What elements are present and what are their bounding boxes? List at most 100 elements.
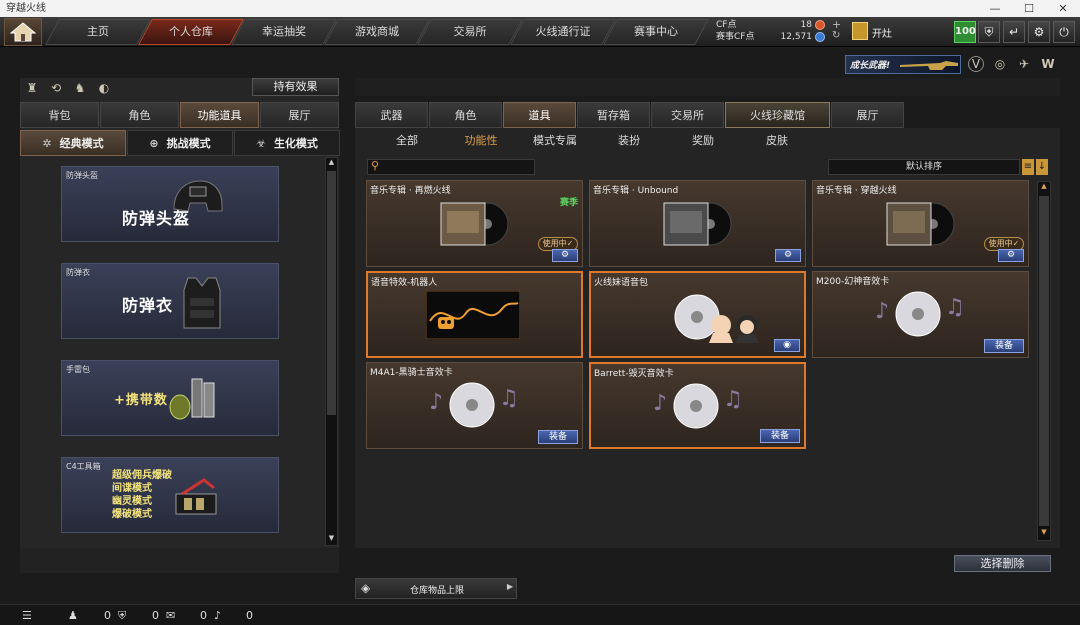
settings-gear-button[interactable]: ⚙	[998, 249, 1024, 262]
vest-icon	[183, 277, 221, 329]
currency-values: 18 12,571	[774, 19, 813, 43]
item-card[interactable]: M4A1-黑骑士音效卡 ♪ ♫ 装备	[366, 362, 583, 449]
item-name: M200-幻神音效卡	[816, 277, 890, 287]
right-tab-weapons[interactable]: 武器	[355, 102, 428, 128]
item-name: 音乐专辑 · Unbound	[593, 186, 679, 196]
sort-dropdown[interactable]: 默认排序	[828, 159, 1020, 175]
return-icon[interactable]: ↵	[1003, 21, 1025, 43]
item-card[interactable]: M200-幻神音效卡 ♪ ♫ 装备	[812, 271, 1029, 358]
level-badge[interactable]: 100	[954, 21, 976, 43]
settings-gear-button[interactable]: ⚙	[775, 249, 801, 262]
scroll-down-icon[interactable]: ▼	[1038, 528, 1050, 540]
right-tab-storage[interactable]: 暂存箱	[577, 102, 650, 128]
mode-tab-classic[interactable]: ✲ 经典模式	[20, 130, 126, 156]
left-scroll-thumb[interactable]	[327, 171, 336, 415]
subtab-decor[interactable]: 装扮	[592, 132, 666, 148]
left-tab-showroom[interactable]: 展厅	[260, 102, 339, 128]
chevron-right-icon: ▶	[506, 582, 513, 591]
shield-icon[interactable]: ⛨	[978, 21, 1000, 43]
effects-button[interactable]: 持有效果	[252, 78, 339, 96]
equip-button[interactable]: 装备	[984, 339, 1024, 353]
right-tab-items[interactable]: 道具	[503, 102, 576, 128]
sort-list-icon[interactable]: ≡	[1022, 159, 1034, 175]
gear-icon[interactable]: ⚙	[1028, 21, 1050, 43]
card-grenade-pack[interactable]: 手雷包 +携带数	[61, 360, 279, 436]
rotate-icon[interactable]: ⟲	[48, 80, 64, 96]
subtab-skins[interactable]: 皮肤	[740, 132, 814, 148]
scroll-down-icon[interactable]: ▼	[326, 534, 337, 545]
user-name: 开灶	[872, 29, 892, 40]
item-card[interactable]: Barrett-毁灭音效卡 ♪ ♫ 装备	[589, 362, 806, 449]
item-card[interactable]: 火线妹语音包 ◉	[589, 271, 806, 358]
settings-gear-button[interactable]: ⚙	[552, 249, 578, 262]
globe-icon[interactable]: ◎	[992, 56, 1008, 72]
mode-tab-zombie[interactable]: ☣ 生化模式	[234, 130, 340, 156]
power-icon[interactable]: ⏻	[1053, 21, 1075, 43]
right-tab-exchange[interactable]: 交易所	[651, 102, 724, 128]
right-scrollbar[interactable]: ▲ ▼	[1037, 181, 1051, 541]
item-card[interactable]: 音乐专辑 · 穿越火线 使用中✓ ⚙	[812, 180, 1029, 267]
item-card[interactable]: 语音特效-机器人	[366, 271, 583, 358]
minimize-button[interactable]: —	[978, 0, 1012, 17]
badge-v-icon[interactable]: V	[968, 56, 984, 72]
mode-tab-challenge[interactable]: ⊕ 挑战模式	[127, 130, 233, 156]
home-icon	[10, 22, 36, 42]
close-button[interactable]: ✕	[1046, 0, 1080, 17]
bag-icon[interactable]: ◐	[96, 80, 112, 96]
w-logo-icon[interactable]: W	[1040, 56, 1056, 72]
item-name: 火线妹语音包	[594, 278, 649, 288]
capacity-label: 仓库物品上限	[409, 586, 464, 596]
subtab-functional[interactable]: 功能性	[444, 132, 518, 148]
left-tab-character[interactable]: 角色	[100, 102, 179, 128]
item-name: 音乐专辑 · 穿越火线	[816, 186, 897, 196]
right-scroll-thumb[interactable]	[1039, 196, 1049, 526]
rocket-icon[interactable]: ✈	[1016, 56, 1032, 72]
voice-pack-icon	[674, 294, 759, 343]
scroll-up-icon[interactable]: ▲	[1038, 182, 1050, 194]
scroll-up-icon[interactable]: ▲	[326, 158, 337, 169]
left-tab-bag[interactable]: 背包	[20, 102, 99, 128]
window-controls: — ☐ ✕	[978, 0, 1080, 17]
sort-order-icon[interactable]: ↓	[1036, 159, 1048, 175]
card-vest[interactable]: 防弹衣 防弹衣	[61, 263, 279, 339]
figure-icon[interactable]: ♞	[72, 80, 88, 96]
disc-button[interactable]: ◉	[774, 339, 800, 352]
right-tab-collection[interactable]: 火线珍藏馆	[725, 102, 830, 128]
subtab-all[interactable]: 全部	[370, 132, 444, 148]
people-icon[interactable]: ♟	[68, 609, 78, 622]
card-c4-toolbox[interactable]: C4工具箱 超级佣兵爆破 间谍模式 幽灵模式 爆破模式	[61, 457, 279, 533]
refresh-icon[interactable]: ↻	[832, 30, 840, 41]
chat-icon[interactable]: ✉	[166, 609, 175, 622]
select-delete-button[interactable]: 选择删除	[954, 555, 1051, 572]
nav-tab-exchange[interactable]: 交易所	[417, 19, 523, 45]
nav-tab-pass[interactable]: 火线通行证	[510, 19, 616, 45]
home-button[interactable]	[4, 18, 42, 46]
speaker-icon[interactable]: ♪	[214, 609, 221, 622]
item-card[interactable]: 音乐专辑 · 再燃火线 赛季 使用中✓ ⚙	[366, 180, 583, 267]
nav-tab-home[interactable]: 主页	[45, 19, 151, 45]
left-tab-function-items[interactable]: 功能道具	[180, 102, 259, 128]
nav-tab-shop[interactable]: 游戏商城	[324, 19, 430, 45]
right-tab-characters[interactable]: 角色	[429, 102, 502, 128]
subtab-mode-exclusive[interactable]: 模式专属	[518, 132, 592, 148]
equip-button[interactable]: 装备	[538, 430, 578, 444]
maximize-button[interactable]: ☐	[1012, 0, 1046, 17]
nav-tab-lottery[interactable]: 幸运抽奖	[231, 19, 337, 45]
shield-small-icon[interactable]: ⛨	[118, 609, 126, 623]
sound-card-disc-icon: ♪ ♫	[653, 383, 741, 429]
right-header-strip	[355, 78, 1060, 96]
equip-button[interactable]: 装备	[760, 429, 800, 443]
sort-label: 默认排序	[905, 162, 942, 172]
nav-tab-warehouse[interactable]: 个人仓库	[138, 19, 244, 45]
capacity-bar[interactable]: ◈ 仓库物品上限 ▶	[355, 578, 517, 599]
subtab-rewards[interactable]: 奖励	[666, 132, 740, 148]
promo-banner[interactable]: 成长武器!	[845, 55, 961, 74]
search-input[interactable]: ⚲	[367, 159, 535, 175]
card-helmet[interactable]: 防弹头盔 防弹头盔	[61, 166, 279, 242]
stats-icon[interactable]: ♜	[24, 80, 40, 96]
item-card[interactable]: 音乐专辑 · Unbound ⚙	[589, 180, 806, 267]
right-tab-showroom[interactable]: 展厅	[831, 102, 904, 128]
list-icon[interactable]: ☰	[22, 609, 32, 622]
left-scrollbar[interactable]: ▲ ▼	[325, 157, 338, 546]
nav-tab-events[interactable]: 赛事中心	[603, 19, 709, 45]
